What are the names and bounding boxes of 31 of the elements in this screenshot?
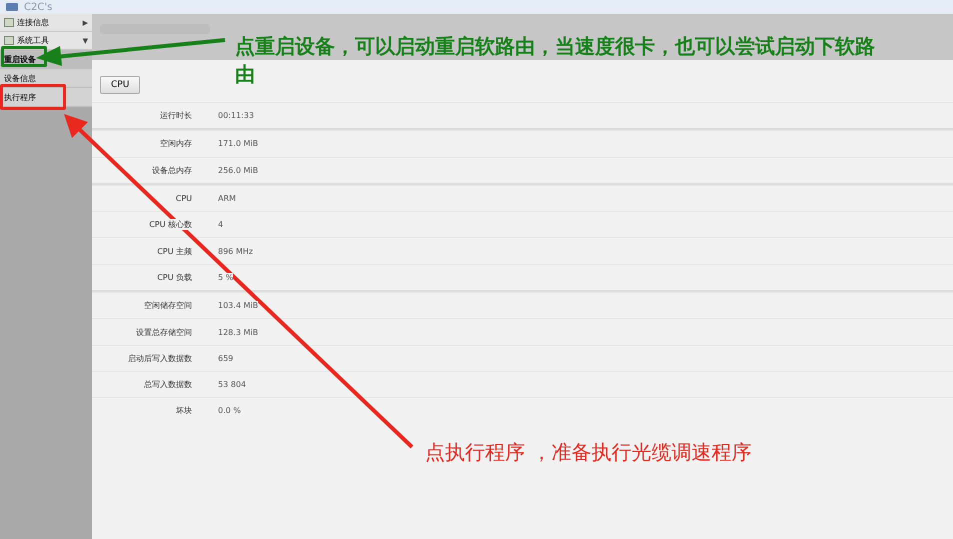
- annotation-text: 点执行程序 ，准备执行光缆调速程序: [425, 439, 752, 466]
- stat-label: 总写入数据数: [144, 379, 192, 390]
- stat-label: CPU 负载: [157, 272, 192, 283]
- stat-value: 659: [218, 354, 234, 363]
- stat-value: 103.4 MiB: [218, 301, 258, 310]
- stat-value: 0.0 %: [218, 406, 241, 416]
- stat-value: 00:11:33: [218, 111, 254, 120]
- stat-label: CPU 核心数: [149, 219, 192, 230]
- stat-value: 53 804: [218, 380, 246, 390]
- stat-label: 空闲储存空间: [144, 300, 192, 312]
- stat-value: 171.0 MiB: [218, 139, 258, 148]
- stat-value: 128.3 MiB: [218, 328, 258, 337]
- app-icon: [6, 2, 18, 12]
- stat-label: 坏块: [176, 405, 192, 416]
- stat-label: 运行时长: [160, 110, 192, 122]
- stat-label: 启动后写入数据数: [128, 352, 192, 364]
- stat-label: 空闲内存: [160, 138, 192, 150]
- stat-label: 设置总存储空间: [136, 326, 192, 338]
- sidebar-item[interactable]: 执行程序: [0, 88, 92, 107]
- annotation-text: 点重启设备，可以启动重启软路由，当速度很卡，也可以尝试启动下软路由: [235, 33, 876, 88]
- stat-value: 256.0 MiB: [218, 166, 258, 175]
- stat-label: CPU: [176, 194, 192, 204]
- stat-label: CPU 主频: [157, 246, 192, 257]
- cpu-button[interactable]: CPU: [100, 76, 140, 94]
- stat-value: 4: [218, 220, 224, 230]
- stat-value: 896 MHz: [218, 246, 253, 256]
- highlight-box: [0, 84, 66, 110]
- stat-value: 5 %: [218, 272, 234, 282]
- stat-value: ARM: [218, 194, 236, 204]
- window-title: C2C's: [24, 2, 52, 12]
- stat-label: 设备总内存: [152, 164, 192, 176]
